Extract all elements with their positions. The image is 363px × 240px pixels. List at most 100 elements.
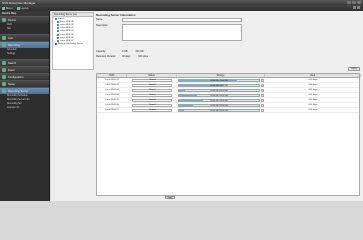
storage-cell: 00.00 GB / 00.00 GB <box>177 108 265 112</box>
tree-node-label: Local NVR 01 <box>60 20 74 23</box>
menu-icon <box>2 6 5 10</box>
name-field[interactable] <box>122 18 242 22</box>
nvr-name-cell: Local NVR 06 <box>105 104 119 106</box>
server-icon <box>57 27 59 30</box>
server-icon <box>57 33 59 36</box>
storage-dropdown-icon[interactable] <box>261 98 264 102</box>
record-icon <box>2 43 6 47</box>
apply-button[interactable]: Apply <box>348 67 360 71</box>
storage-dropdown-icon[interactable] <box>261 103 264 107</box>
sidebar-item-label: Device <box>8 18 16 22</box>
storage-progress-bar: 00.00 GB / 00.00 GB <box>178 98 260 102</box>
storage-cell: 00.00 GB / 00.00 GB <box>177 88 265 92</box>
main-content: Recording Server List Server Local NVR 01… <box>51 11 363 201</box>
used-cell: 000 days <box>308 109 318 111</box>
close-button[interactable] <box>357 1 361 4</box>
status-select[interactable]: Normal <box>132 93 172 97</box>
status-select[interactable]: Normal <box>132 88 172 92</box>
sidebar-item-event[interactable]: Event <box>0 66 49 73</box>
nvr-name-cell: Local NVR 02 <box>105 84 119 86</box>
storage-text: 00.00 GB / 00.00 GB <box>210 84 228 87</box>
storage-dropdown-icon[interactable] <box>261 108 264 112</box>
status-select[interactable]: Normal <box>132 98 172 102</box>
status-cell: Normal <box>127 98 177 102</box>
storage-cell: 00.00 GB / 00.00 GB <box>177 83 265 87</box>
column-header-used[interactable]: Used <box>265 74 361 77</box>
sidebar-item-label: Setup <box>8 82 15 86</box>
sidebar-item-recording[interactable]: Recording <box>0 41 49 48</box>
sidebar: Device Map Device NVR Site Live Recordin… <box>0 11 50 201</box>
storage-dropdown-icon[interactable] <box>261 78 264 82</box>
nvr-name-cell: Local NVR 05 <box>105 99 119 101</box>
used-cell: 000 days <box>308 99 318 101</box>
tree-node[interactable]: Remote Recording Server <box>53 43 93 46</box>
tree-node-label: Local NVR 04 <box>60 30 74 33</box>
column-header-status[interactable]: Status <box>127 74 177 77</box>
server-icon <box>57 23 59 26</box>
sidebar-item-device[interactable]: Device <box>0 16 49 23</box>
menu-item-menu[interactable]: Menu <box>2 6 13 10</box>
status-select[interactable]: Normal <box>132 103 172 107</box>
ok-button[interactable]: Apply <box>165 196 175 199</box>
maximize-button[interactable] <box>352 1 356 4</box>
server-info-panel: Recording Server Information Name Descri… <box>96 12 362 70</box>
status-select[interactable]: Normal <box>132 108 172 112</box>
tree-node-label: Local NVR 06 <box>60 36 74 39</box>
status-cell: Normal <box>127 103 177 107</box>
sidebar-item-configuration[interactable]: Configuration <box>0 73 49 80</box>
user-icon[interactable] <box>357 6 360 9</box>
used-cell: 000 days <box>308 94 318 96</box>
storage-cell: 00.00 GB / 00.00 GB <box>177 98 265 102</box>
sidebar-item-label: Configuration <box>8 75 24 79</box>
help-icon[interactable] <box>353 6 356 9</box>
window-controls <box>347 1 361 4</box>
minimize-button[interactable] <box>347 1 351 4</box>
tree-node-label: Local NVR 07 <box>60 39 74 42</box>
used-cell: 000 days <box>308 79 318 81</box>
column-header-nvr[interactable]: NVR <box>97 74 127 77</box>
name-row: Name <box>96 18 242 22</box>
sidebar-subitem-license-info[interactable]: License Info <box>0 106 49 110</box>
sidebar-item-setup[interactable]: Setup <box>0 80 49 87</box>
tree-node-label: Remote Recording Server <box>58 43 84 46</box>
tree-node-label: Server <box>58 17 65 20</box>
storage-cell: 00.00 GB / 00.00 GB <box>177 93 265 97</box>
storage-text: 00.00 GB / 00.00 GB <box>210 109 228 112</box>
storage-dropdown-icon[interactable] <box>261 88 264 92</box>
storage-text: 00.00 GB / 00.00 GB <box>210 79 228 82</box>
status-select[interactable]: Normal <box>132 83 172 87</box>
nvr-name-cell: Local NVR 03 <box>105 89 119 91</box>
storage-progress-bar: 00.00 GB / 00.00 GB <box>178 88 260 92</box>
column-header-storage[interactable]: Storage <box>177 74 265 77</box>
retention-row: Retention Duration 00 days 000 days <box>96 55 148 58</box>
status-cell: Normal <box>127 78 177 82</box>
menu-item-label: Menu <box>6 6 13 10</box>
storage-dropdown-icon[interactable] <box>261 83 264 87</box>
description-field[interactable] <box>122 24 242 41</box>
sidebar-item-label: Recording <box>8 43 20 47</box>
server-icon <box>57 20 59 23</box>
used-cell: 000 days <box>308 89 318 91</box>
capacity-value-total: 000 GB <box>135 50 144 53</box>
storage-cell: 00.00 GB / 00.00 GB <box>177 103 265 107</box>
description-row: Description <box>96 24 242 41</box>
sidebar-item-search[interactable]: Search <box>0 59 49 66</box>
nvr-name-cell: Local NVR 07 <box>105 109 119 111</box>
used-cell: 000 days <box>308 84 318 86</box>
nvr-table: NVR Status Storage Used Local NVR 01 Norm… <box>96 73 361 196</box>
status-cell: Normal <box>127 88 177 92</box>
tree-node-label: Local NVR 05 <box>60 33 74 36</box>
status-select[interactable]: Normal <box>132 78 172 82</box>
sidebar-item-recording-server[interactable]: Recording Server <box>0 87 49 94</box>
storage-dropdown-icon[interactable] <box>261 93 264 97</box>
storage-text: 00.00 GB / 00.00 GB <box>210 104 228 107</box>
menu-item-layout[interactable]: Layout <box>16 6 28 10</box>
sidebar-item-live[interactable]: Live <box>0 34 49 41</box>
retention-value: 00 days <box>122 55 131 58</box>
monitor-icon <box>2 36 6 40</box>
capacity-row: Capacity 0 GB 000 GB <box>96 50 144 53</box>
server-tree: Recording Server List Server Local NVR 01… <box>52 12 94 70</box>
storage-progress-bar: 00.00 GB / 00.00 GB <box>178 83 260 87</box>
capacity-value: 0 GB <box>122 50 128 53</box>
table-row[interactable]: Local NVR 07 Normal 00.00 GB / 00.00 GB 000… <box>97 108 359 113</box>
